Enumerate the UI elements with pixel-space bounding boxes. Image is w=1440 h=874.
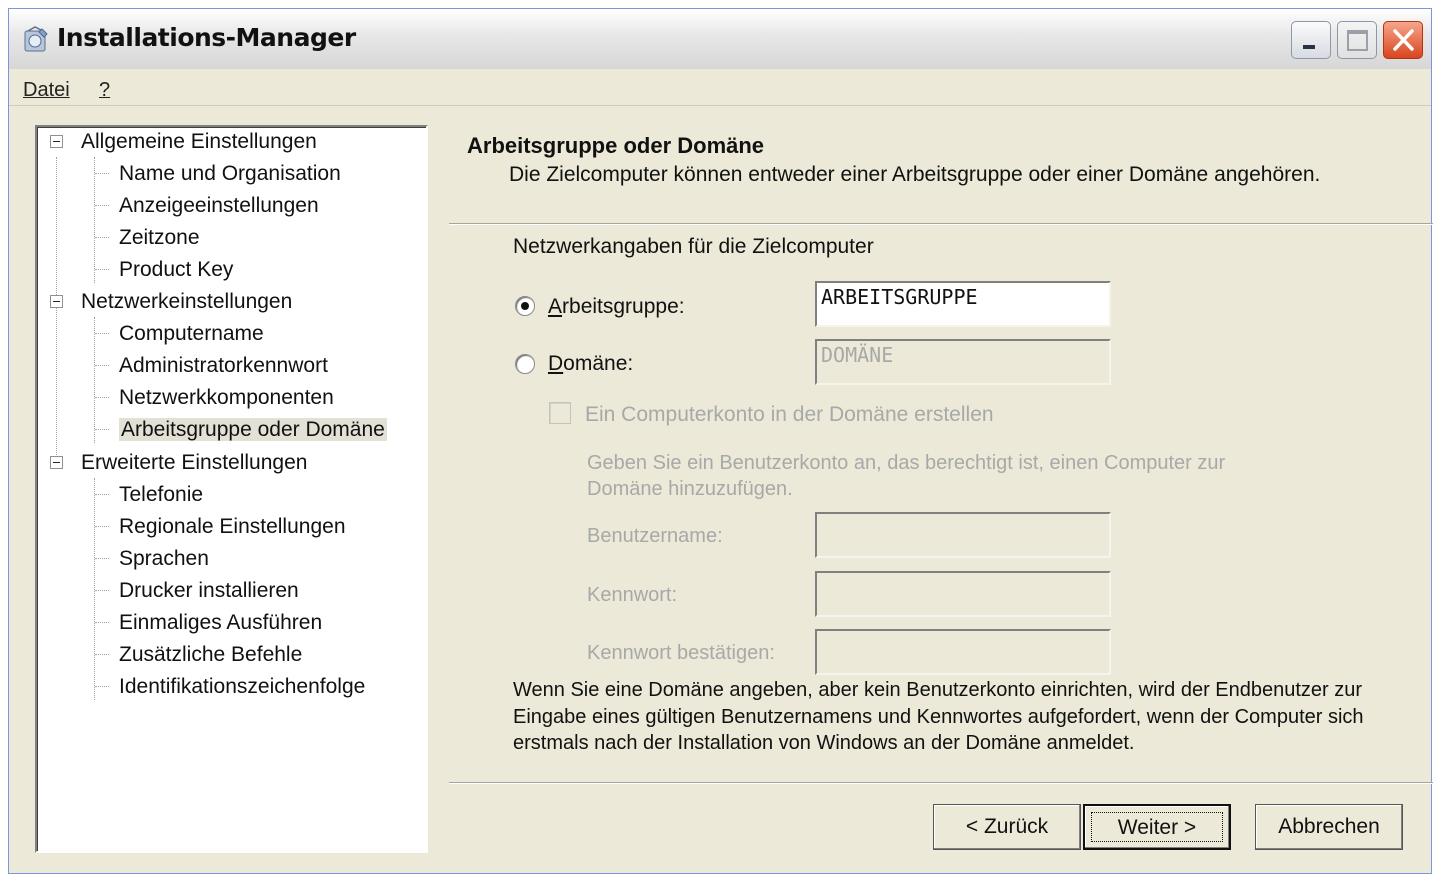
tree-item-time-zone[interactable]: Zeitzone xyxy=(119,223,200,253)
settings-tree[interactable]: Allgemeine Einstellungen Name und Organi… xyxy=(35,125,428,853)
username-field[interactable] xyxy=(815,512,1111,558)
maximize-icon xyxy=(1347,30,1368,51)
tree-item-languages[interactable]: Sprachen xyxy=(119,544,209,574)
confirm-password-field[interactable] xyxy=(815,629,1111,675)
tree-item-workgroup-domain[interactable]: Arbeitsgruppe oder Domäne xyxy=(119,415,387,445)
domain-label[interactable]: Domäne: xyxy=(548,352,633,376)
username-label: Benutzername: xyxy=(587,525,723,547)
close-icon xyxy=(1393,29,1414,51)
create-account-checkbox[interactable] xyxy=(549,402,571,424)
tree-item-display-settings[interactable]: Anzeigeeinstellungen xyxy=(119,191,319,221)
domain-radio[interactable] xyxy=(515,354,535,374)
password-label: Kennwort: xyxy=(587,584,678,606)
workgroup-radio[interactable] xyxy=(515,296,535,316)
header-divider xyxy=(449,223,1433,225)
workgroup-field[interactable]: ARBEITSGRUPPE xyxy=(815,281,1111,327)
page-subtitle: Die Zielcomputer können entweder einer A… xyxy=(509,163,1321,186)
back-button[interactable]: < Zurück xyxy=(933,804,1081,850)
footer-divider xyxy=(449,782,1433,784)
tree-item-regional-settings[interactable]: Regionale Einstellungen xyxy=(119,512,346,542)
installation-manager-window: Installations-Manager Datei ? Allgemeine… xyxy=(8,8,1433,874)
tree-group-general[interactable]: Allgemeine Einstellungen xyxy=(81,127,317,157)
cancel-button-label: Abbrechen xyxy=(1278,815,1380,838)
tree-item-computer-name[interactable]: Computername xyxy=(119,319,264,349)
domain-note: Wenn Sie eine Domäne angeben, aber kein … xyxy=(513,679,1364,754)
next-button[interactable]: Weiter > xyxy=(1083,804,1231,850)
setup-manager-icon xyxy=(24,26,48,52)
collapse-toggle-network[interactable] xyxy=(50,295,63,308)
minimize-button[interactable] xyxy=(1291,21,1331,59)
confirm-password-label: Kennwort bestätigen: xyxy=(587,642,775,664)
collapse-toggle-general[interactable] xyxy=(50,135,63,148)
tree-item-product-key[interactable]: Product Key xyxy=(119,255,233,285)
next-button-label: Weiter > xyxy=(1091,812,1223,842)
section-label: Netzwerkangaben für die Zielcomputer xyxy=(513,235,874,258)
tree-item-name-organisation[interactable]: Name und Organisation xyxy=(119,159,341,189)
menu-help[interactable]: ? xyxy=(99,79,110,102)
menu-datei[interactable]: Datei xyxy=(23,79,70,102)
cancel-button[interactable]: Abbrechen xyxy=(1255,804,1403,850)
domain-field[interactable]: DOMÄNE xyxy=(815,339,1111,385)
tree-item-network-components[interactable]: Netzwerkkomponenten xyxy=(119,383,334,413)
tree-item-additional-commands[interactable]: Zusätzliche Befehle xyxy=(119,640,302,670)
tree-item-telephony[interactable]: Telefonie xyxy=(119,480,203,510)
close-button[interactable] xyxy=(1383,21,1423,59)
minimize-icon xyxy=(1303,45,1315,49)
tree-item-identification-string[interactable]: Identifikationszeichenfolge xyxy=(119,672,365,702)
tree-group-network[interactable]: Netzwerkeinstellungen xyxy=(81,287,292,317)
tree-item-run-once[interactable]: Einmaliges Ausführen xyxy=(119,608,322,638)
tree-item-admin-password[interactable]: Administratorkennwort xyxy=(119,351,328,381)
create-account-label[interactable]: Ein Computerkonto in der Domäne erstelle… xyxy=(585,403,994,427)
maximize-button[interactable] xyxy=(1337,21,1377,59)
title-bar[interactable]: Installations-Manager xyxy=(9,9,1431,70)
window-title: Installations-Manager xyxy=(57,23,356,52)
account-hint: Geben Sie ein Benutzerkonto an, das bere… xyxy=(587,452,1226,500)
back-button-label: < Zurück xyxy=(965,815,1049,838)
tree-item-install-printers[interactable]: Drucker installieren xyxy=(119,576,299,606)
workgroup-label[interactable]: Arbeitsgruppe: xyxy=(548,295,685,319)
password-field[interactable] xyxy=(815,571,1111,617)
menu-bar: Datei ? xyxy=(9,69,1431,106)
collapse-toggle-advanced[interactable] xyxy=(50,456,63,469)
page-title: Arbeitsgruppe oder Domäne xyxy=(467,133,765,158)
tree-group-advanced[interactable]: Erweiterte Einstellungen xyxy=(81,448,307,478)
